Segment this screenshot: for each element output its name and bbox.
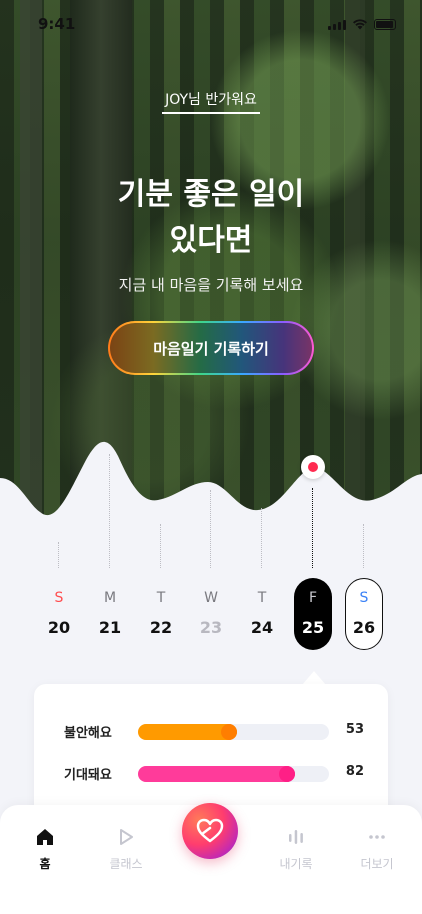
mood-value: 53 xyxy=(345,722,364,737)
today-day-pill xyxy=(345,578,383,650)
selected-day-marker xyxy=(301,455,325,479)
nav-more[interactable]: 더보기 xyxy=(347,827,407,872)
greeting-text: JOY님 반가워요 xyxy=(165,92,257,108)
day-mood-line xyxy=(210,490,211,568)
nav-class[interactable]: 클래스 xyxy=(96,827,156,872)
mood-bar-knob xyxy=(221,724,237,740)
headline-line-2: 있다면 xyxy=(169,223,253,258)
bars-icon xyxy=(289,830,303,844)
mood-row-excited: 기대돼요 82 xyxy=(64,764,364,784)
status-bar: 9:41 xyxy=(0,0,422,48)
wifi-icon xyxy=(353,19,367,30)
greeting-underline xyxy=(162,112,260,114)
mood-bar-track xyxy=(138,724,329,740)
mood-row-anxious: 불안해요 53 xyxy=(64,722,364,742)
mood-label: 불안해요 xyxy=(64,726,112,741)
mood-value: 82 xyxy=(345,764,364,779)
nav-my-record-label: 내기록 xyxy=(279,857,313,871)
day-letter: T xyxy=(156,590,166,606)
nav-home-label: 홈 xyxy=(39,857,51,871)
battery-icon xyxy=(374,19,396,30)
day-mood-line xyxy=(363,524,364,568)
day-number: 21 xyxy=(98,618,122,637)
day-letter: S xyxy=(359,590,369,606)
day-number: 24 xyxy=(250,618,274,637)
day-letter: T xyxy=(257,590,267,606)
bottom-navigation: 홈 클래스 내기록 더보기 xyxy=(0,803,422,914)
mood-bar-track xyxy=(138,766,329,782)
nav-class-label: 클래스 xyxy=(109,857,143,871)
day-mood-line xyxy=(58,542,59,568)
day-mood-line xyxy=(261,508,262,568)
selected-day-pill xyxy=(294,578,332,650)
day-mood-line xyxy=(160,524,161,568)
day-letter: F xyxy=(308,590,318,606)
status-icons xyxy=(328,19,396,30)
home-icon xyxy=(37,829,53,845)
card-pointer xyxy=(302,671,326,685)
day-letter: M xyxy=(103,590,117,606)
heart-icon xyxy=(196,818,224,843)
mood-bar-fill xyxy=(138,766,295,782)
week-calendar: S 20 M 21 T 22 W 23 T 24 F 25 S 26 xyxy=(0,454,422,660)
day-number: 25 xyxy=(301,618,325,637)
mood-bar-knob xyxy=(279,766,295,782)
nav-more-label: 더보기 xyxy=(360,857,394,871)
day-letter: W xyxy=(204,590,218,606)
day-number: 23 xyxy=(199,618,223,637)
day-number: 22 xyxy=(149,618,173,637)
day-mood-line xyxy=(312,488,313,568)
subtitle: 지금 내 마음을 기록해 보세요 xyxy=(118,276,304,294)
nav-home[interactable]: 홈 xyxy=(15,827,75,872)
headline: 기분 좋은 일이 있다면 xyxy=(0,172,422,264)
day-number: 26 xyxy=(352,618,376,637)
day-letter: S xyxy=(54,590,64,606)
nav-my-record[interactable]: 내기록 xyxy=(266,827,326,872)
mood-label: 기대돼요 xyxy=(64,768,112,783)
play-icon xyxy=(120,829,133,845)
record-diary-button[interactable]: 마음일기 기록하기 xyxy=(108,321,314,375)
signal-icon xyxy=(328,20,346,30)
status-time: 9:41 xyxy=(38,15,76,33)
day-number: 20 xyxy=(47,618,71,637)
record-diary-button-label: 마음일기 기록하기 xyxy=(110,323,312,373)
more-dots-icon xyxy=(369,835,385,839)
day-mood-line xyxy=(109,454,110,568)
headline-line-1: 기분 좋은 일이 xyxy=(117,177,305,212)
mood-record-center-button[interactable] xyxy=(182,803,238,859)
